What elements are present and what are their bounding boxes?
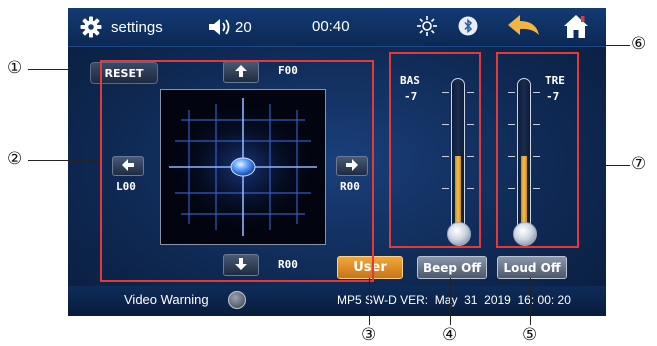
- bluetooth-icon[interactable]: [458, 16, 478, 36]
- video-warning-label: Video Warning: [124, 292, 209, 307]
- gear-icon: [80, 16, 102, 38]
- callout-4: ④: [442, 325, 458, 345]
- leader-line-1: [28, 69, 90, 70]
- leader-line-6: [430, 45, 630, 46]
- back-arrow-icon[interactable]: [506, 13, 542, 39]
- volume-value: 20: [235, 18, 252, 36]
- settings-label: settings: [111, 18, 163, 36]
- annotation-box-bass: [389, 52, 481, 248]
- settings-button[interactable]: settings: [80, 14, 190, 40]
- version-text: MP5 SW-D VER: May 31 2019 16: 00: 20: [337, 293, 571, 307]
- leader-line-7: [579, 165, 630, 166]
- annotation-box-fader: [100, 60, 374, 282]
- volume-indicator[interactable]: 20: [208, 14, 268, 40]
- beep-toggle-button[interactable]: Beep Off: [417, 256, 487, 279]
- callout-2: ②: [7, 149, 23, 169]
- speaker-icon: [208, 17, 232, 37]
- annotation-box-treble: [496, 52, 579, 248]
- leader-line-3: [369, 278, 370, 325]
- brightness-icon[interactable]: [416, 15, 438, 37]
- callout-5: ⑤: [522, 325, 538, 345]
- video-warning-indicator[interactable]: [228, 291, 246, 309]
- leader-line-5: [530, 278, 531, 325]
- leader-line-4: [450, 278, 451, 325]
- callout-7: ⑦: [631, 154, 647, 174]
- clock: 00:40: [312, 18, 350, 35]
- loudness-toggle-button[interactable]: Loud Off: [497, 256, 567, 279]
- callout-1: ①: [7, 58, 23, 78]
- home-icon[interactable]: [562, 12, 590, 40]
- leader-line-2: [28, 160, 100, 161]
- callout-3: ③: [361, 325, 377, 345]
- callout-6: ⑥: [631, 34, 647, 54]
